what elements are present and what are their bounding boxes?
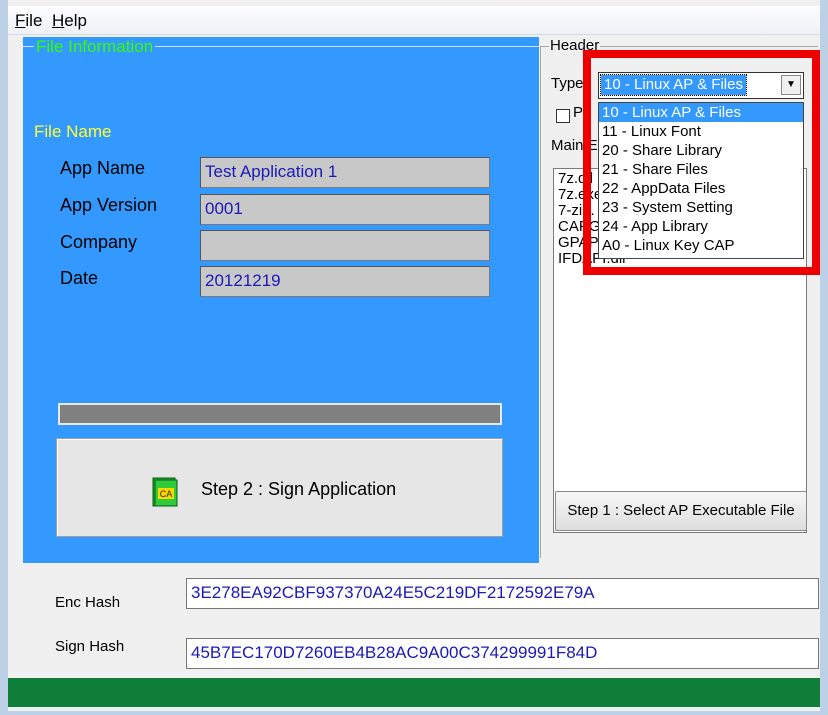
sign-application-button[interactable]: CA Step 2 : Sign Application <box>56 438 503 537</box>
progress-bar <box>58 403 502 425</box>
company-label: Company <box>60 232 138 252</box>
status-bar <box>8 678 820 707</box>
enc-hash-field[interactable]: 3E278EA92CBF937370A24E5C219DF2172592E79A <box>186 578 819 609</box>
app-name-label: App Name <box>60 158 146 178</box>
file-information-title: File Information <box>34 37 156 57</box>
menu-file[interactable]: File <box>15 11 42 31</box>
date-field[interactable]: 20121219 <box>200 266 490 297</box>
menu-file-accel: F <box>15 11 26 30</box>
app-version-label: App Version <box>60 195 158 215</box>
app-version-field[interactable]: 0001 <box>200 194 490 225</box>
date-label: Date <box>60 268 99 288</box>
menu-help-label: elp <box>64 11 87 30</box>
option-checkbox[interactable] <box>556 109 570 123</box>
sign-application-label: Step 2 : Sign Application <box>201 479 397 499</box>
certificate-icon: CA <box>152 477 178 507</box>
app-name-field[interactable]: Test Application 1 <box>200 157 490 188</box>
menu-help-accel: H <box>52 11 65 30</box>
select-executable-button[interactable]: Step 1 : Select AP Executable File <box>555 491 807 531</box>
annotation-highlight-box <box>583 50 820 275</box>
enc-hash-label: Enc Hash <box>55 594 121 611</box>
header-group-border-left <box>540 46 541 558</box>
certificate-icon-text: CA <box>160 489 173 499</box>
type-label: Type <box>551 75 584 92</box>
sign-hash-label: Sign Hash <box>55 638 125 655</box>
menu-bar: File Help <box>8 6 820 35</box>
file-name-heading: File Name <box>34 122 112 141</box>
menu-help[interactable]: Help <box>52 11 87 31</box>
sign-hash-field[interactable]: 45B7EC170D7260EB4B28AC9A00C374299991F84D <box>186 638 819 669</box>
menu-file-label: ile <box>25 11 43 30</box>
company-field[interactable] <box>200 230 490 261</box>
